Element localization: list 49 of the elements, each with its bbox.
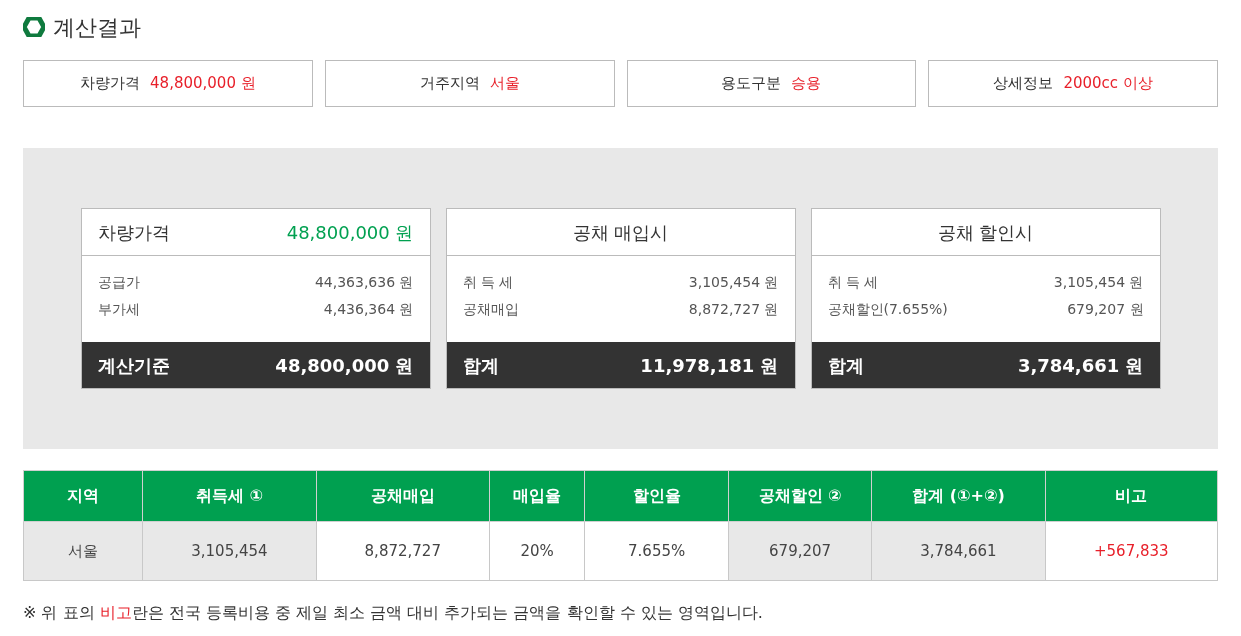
row-value: 3,105,454 원 <box>688 273 779 292</box>
footnote: ※ 위 표의 비고란은 전국 등록비용 중 제일 최소 금액 대비 추가되는 금액을 확인할 수 있는 영역입니다. <box>23 602 764 624</box>
summary-label: 용도구분 <box>721 73 782 95</box>
card-title: 공채 매입시 <box>571 220 670 245</box>
summary-label: 거주지역 <box>419 73 480 95</box>
column-header: 공채할인 ② <box>728 470 872 522</box>
card-title: 공채 할인시 <box>936 220 1035 245</box>
table-cell: 3,105,454 <box>142 521 317 581</box>
table-cell: 8,872,727 <box>316 521 490 581</box>
column-header: 할인율 <box>584 470 729 522</box>
row-label: 부가세 <box>97 300 140 319</box>
column-header: 공채매입 <box>316 470 490 522</box>
table-cell: 3,784,661 <box>871 521 1046 581</box>
total-value: 3,784,661 원 <box>1017 353 1144 378</box>
row-label: 취 득 세 <box>827 273 879 292</box>
section-title: 계산결과 <box>53 13 141 42</box>
table-cell: 20% <box>489 521 585 581</box>
row-value: 3,105,454 원 <box>1053 273 1144 292</box>
column-header: 비고 <box>1045 470 1218 522</box>
summary-value: 2000cc 이상 <box>1063 73 1153 95</box>
table-cell: 7.655% <box>584 521 729 581</box>
summary-label: 상세정보 <box>993 73 1054 95</box>
hexagon-icon <box>23 17 45 37</box>
total-value: 48,800,000 원 <box>275 353 414 378</box>
row-label: 취 득 세 <box>462 273 514 292</box>
table-cell: 679,207 <box>728 521 872 581</box>
summary-value: 48,800,000 원 <box>150 73 256 95</box>
column-header: 매입율 <box>489 470 585 522</box>
table-cell: +567,833 <box>1045 521 1218 581</box>
card-price: 48,800,000 원 <box>286 220 414 245</box>
total-label: 계산기준 <box>97 353 170 378</box>
table-cell: 서울 <box>23 521 143 581</box>
row-label: 공채할인(7.655%) <box>827 300 948 319</box>
column-header: 지역 <box>23 470 143 522</box>
row-label: 공급가 <box>97 273 140 292</box>
column-header: 합계 (①+②) <box>871 470 1046 522</box>
row-value: 679,207 원 <box>1067 300 1144 319</box>
row-value: 4,436,364 원 <box>323 300 414 319</box>
summary-label: 차량가격 <box>80 73 141 95</box>
row-label: 공채매입 <box>462 300 519 319</box>
total-label: 합계 <box>827 353 864 378</box>
column-header: 취득세 ① <box>142 470 317 522</box>
row-value: 8,872,727 원 <box>688 300 779 319</box>
summary-value: 서울 <box>489 73 520 95</box>
row-value: 44,363,636 원 <box>314 273 414 292</box>
total-value: 11,978,181 원 <box>640 353 779 378</box>
card-title: 차량가격 <box>97 220 170 245</box>
summary-value: 승용 <box>791 73 822 95</box>
total-label: 합계 <box>462 353 499 378</box>
